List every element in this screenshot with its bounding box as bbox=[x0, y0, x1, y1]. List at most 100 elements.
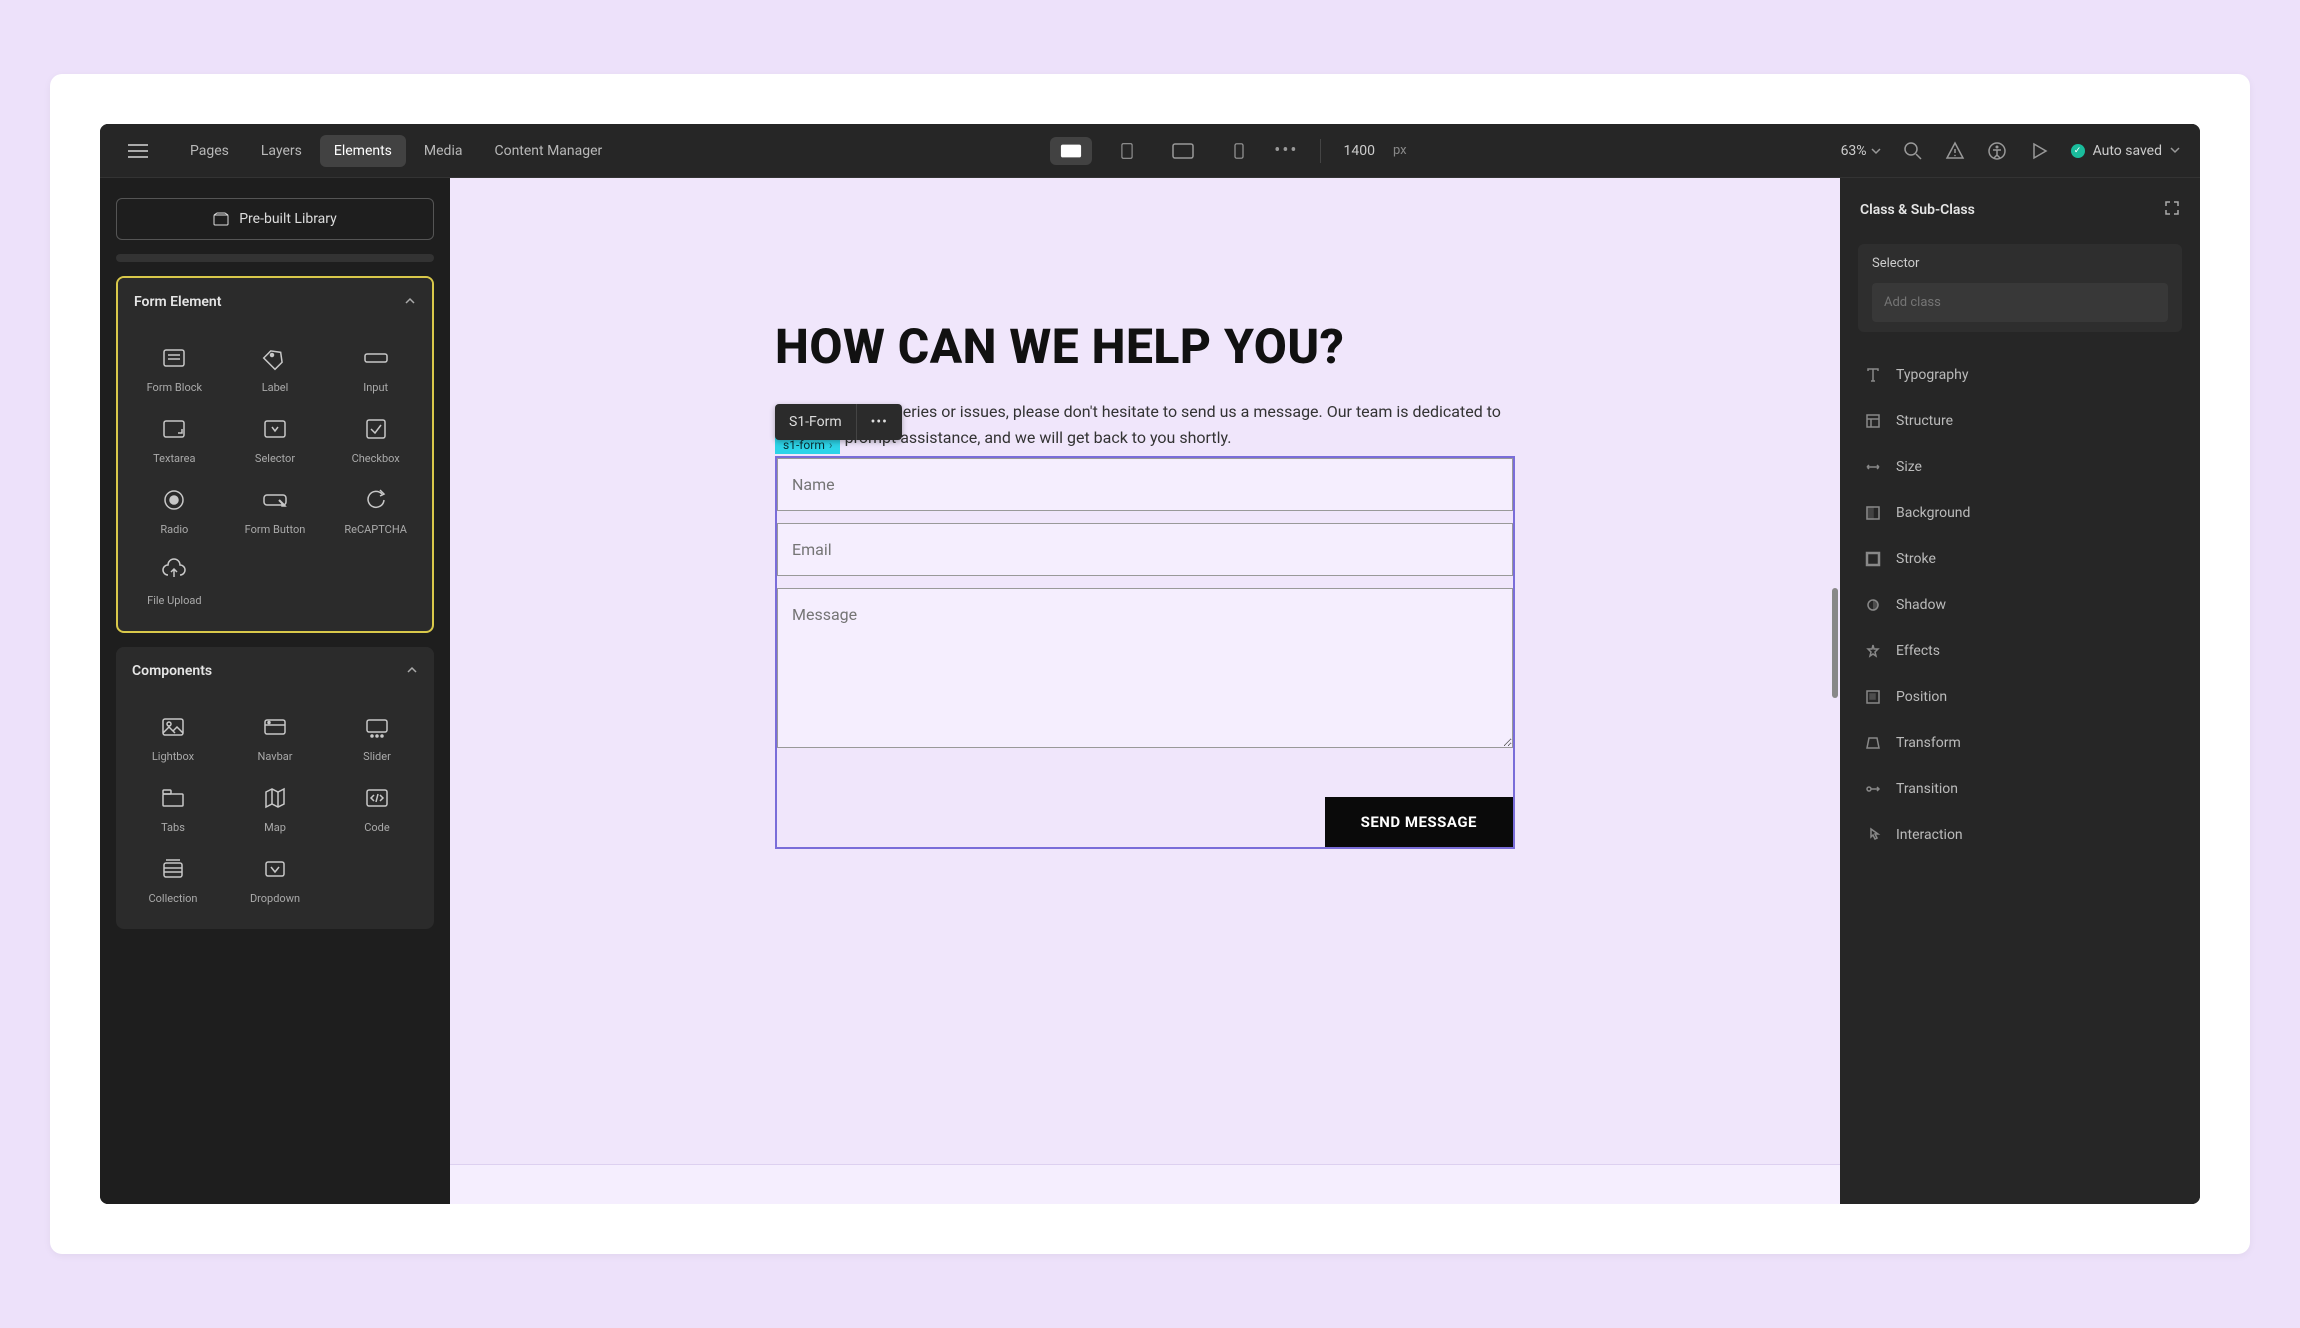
style-transition[interactable]: Transition bbox=[1858, 770, 2182, 808]
viewport-unit: px bbox=[1393, 143, 1407, 158]
effects-icon bbox=[1864, 642, 1882, 660]
style-stroke[interactable]: Stroke bbox=[1858, 540, 2182, 578]
element-collection[interactable]: Collection bbox=[124, 846, 222, 913]
accessibility-icon[interactable] bbox=[1987, 141, 2007, 161]
canvas-bottom-strip bbox=[450, 1164, 1840, 1204]
name-field[interactable] bbox=[777, 458, 1513, 511]
form-footer: SEND MESSAGE bbox=[777, 752, 1513, 847]
expand-icon[interactable] bbox=[2164, 200, 2180, 220]
topbar-center: ••• 1400 px bbox=[624, 137, 1832, 165]
topbar-right: 63% Auto saved bbox=[1841, 141, 2180, 161]
radio-icon bbox=[159, 485, 189, 515]
email-field[interactable] bbox=[777, 523, 1513, 576]
section-header-form[interactable]: Form Element bbox=[118, 278, 432, 325]
canvas-page: HOW CAN WE HELP YOU? If you have any que… bbox=[450, 218, 1840, 1204]
canvas-scrollbar[interactable] bbox=[1832, 588, 1838, 698]
element-navbar[interactable]: Navbar bbox=[226, 704, 324, 771]
section-title: Form Element bbox=[134, 294, 221, 310]
add-class-input[interactable] bbox=[1872, 283, 2168, 322]
more-devices-icon[interactable]: ••• bbox=[1274, 140, 1298, 161]
element-label[interactable]: Label bbox=[227, 335, 324, 402]
tab-pages[interactable]: Pages bbox=[176, 135, 243, 167]
section-header-components[interactable]: Components bbox=[116, 647, 434, 694]
style-size[interactable]: Size bbox=[1858, 448, 2182, 486]
element-recaptcha[interactable]: ReCAPTCHA bbox=[327, 477, 424, 544]
element-code[interactable]: Code bbox=[328, 775, 426, 842]
canvas[interactable]: HOW CAN WE HELP YOU? If you have any que… bbox=[450, 178, 1840, 1204]
tab-content-manager[interactable]: Content Manager bbox=[480, 135, 616, 167]
send-message-button[interactable]: SEND MESSAGE bbox=[1325, 797, 1513, 847]
element-textarea[interactable]: Textarea bbox=[126, 406, 223, 473]
chevron-up-icon bbox=[406, 661, 418, 680]
collection-icon bbox=[158, 854, 188, 884]
style-transform[interactable]: Transform bbox=[1858, 724, 2182, 762]
style-structure[interactable]: Structure bbox=[1858, 402, 2182, 440]
warning-icon[interactable] bbox=[1945, 141, 1965, 161]
element-lightbox[interactable]: Lightbox bbox=[124, 704, 222, 771]
device-mobile-icon[interactable] bbox=[1218, 137, 1260, 165]
message-field[interactable] bbox=[777, 588, 1513, 748]
device-tablet-landscape-icon[interactable] bbox=[1162, 137, 1204, 165]
tab-media[interactable]: Media bbox=[410, 135, 477, 167]
top-bar: Pages Layers Elements Media Content Mana… bbox=[100, 124, 2200, 178]
element-slider[interactable]: Slider bbox=[328, 704, 426, 771]
selected-element-name[interactable]: S1-Form bbox=[775, 404, 857, 440]
element-dropdown[interactable]: Dropdown bbox=[226, 846, 324, 913]
chevron-down-icon bbox=[2170, 143, 2180, 159]
search-icon[interactable] bbox=[1903, 141, 1923, 161]
selector-box: Selector bbox=[1858, 244, 2182, 332]
workspace: Pre-built Library Form Element Form Bloc… bbox=[100, 178, 2200, 1204]
divider-bar bbox=[116, 254, 434, 262]
tabs-icon bbox=[158, 783, 188, 813]
page-heading[interactable]: HOW CAN WE HELP YOU? bbox=[775, 318, 1515, 375]
textarea-icon bbox=[159, 414, 189, 444]
nav-tabs: Pages Layers Elements Media Content Mana… bbox=[176, 135, 616, 167]
selector-label: Selector bbox=[1872, 256, 2168, 271]
style-shadow[interactable]: Shadow bbox=[1858, 586, 2182, 624]
form-elements-grid: Form Block Label Input Textarea Selector… bbox=[118, 325, 432, 631]
device-tablet-portrait-icon[interactable] bbox=[1106, 137, 1148, 165]
play-icon[interactable] bbox=[2029, 141, 2049, 161]
typography-icon bbox=[1864, 366, 1882, 384]
structure-icon bbox=[1864, 412, 1882, 430]
style-effects[interactable]: Effects bbox=[1858, 632, 2182, 670]
element-radio[interactable]: Radio bbox=[126, 477, 223, 544]
label-icon bbox=[260, 343, 290, 373]
code-icon bbox=[362, 783, 392, 813]
zoom-control[interactable]: 63% bbox=[1841, 143, 1881, 159]
form-block-icon bbox=[159, 343, 189, 373]
input-icon bbox=[361, 343, 391, 373]
element-file-upload[interactable]: File Upload bbox=[126, 548, 223, 615]
form-s1[interactable]: SEND MESSAGE bbox=[775, 456, 1515, 849]
app-root: Pages Layers Elements Media Content Mana… bbox=[100, 124, 2200, 1204]
style-interaction[interactable]: Interaction bbox=[1858, 816, 2182, 854]
element-input[interactable]: Input bbox=[327, 335, 424, 402]
auto-save-status[interactable]: Auto saved bbox=[2071, 143, 2180, 159]
menu-button[interactable] bbox=[120, 136, 156, 166]
left-panel: Pre-built Library Form Element Form Bloc… bbox=[100, 178, 450, 1204]
style-typography[interactable]: Typography bbox=[1858, 356, 2182, 394]
tab-elements[interactable]: Elements bbox=[320, 135, 406, 167]
viewport-width[interactable]: 1400 bbox=[1343, 143, 1374, 159]
element-form-block[interactable]: Form Block bbox=[126, 335, 223, 402]
form-wrapper: S1-Form ••• s1-form SEND MESSAGE bbox=[775, 456, 1515, 849]
element-tabs[interactable]: Tabs bbox=[124, 775, 222, 842]
style-background[interactable]: Background bbox=[1858, 494, 2182, 532]
prebuilt-label: Pre-built Library bbox=[239, 211, 337, 227]
element-checkbox[interactable]: Checkbox bbox=[327, 406, 424, 473]
element-options-icon[interactable]: ••• bbox=[857, 404, 902, 440]
components-grid: Lightbox Navbar Slider Tabs Map Code Col… bbox=[116, 694, 434, 929]
map-icon bbox=[260, 783, 290, 813]
element-map[interactable]: Map bbox=[226, 775, 324, 842]
size-icon bbox=[1864, 458, 1882, 476]
prebuilt-library-button[interactable]: Pre-built Library bbox=[116, 198, 434, 240]
lightbox-icon bbox=[158, 712, 188, 742]
library-icon bbox=[213, 212, 229, 226]
form-button-icon bbox=[260, 485, 290, 515]
device-desktop-icon[interactable] bbox=[1050, 137, 1092, 165]
element-form-button[interactable]: Form Button bbox=[227, 477, 324, 544]
element-selector[interactable]: Selector bbox=[227, 406, 324, 473]
style-position[interactable]: Position bbox=[1858, 678, 2182, 716]
selector-icon bbox=[260, 414, 290, 444]
tab-layers[interactable]: Layers bbox=[247, 135, 316, 167]
